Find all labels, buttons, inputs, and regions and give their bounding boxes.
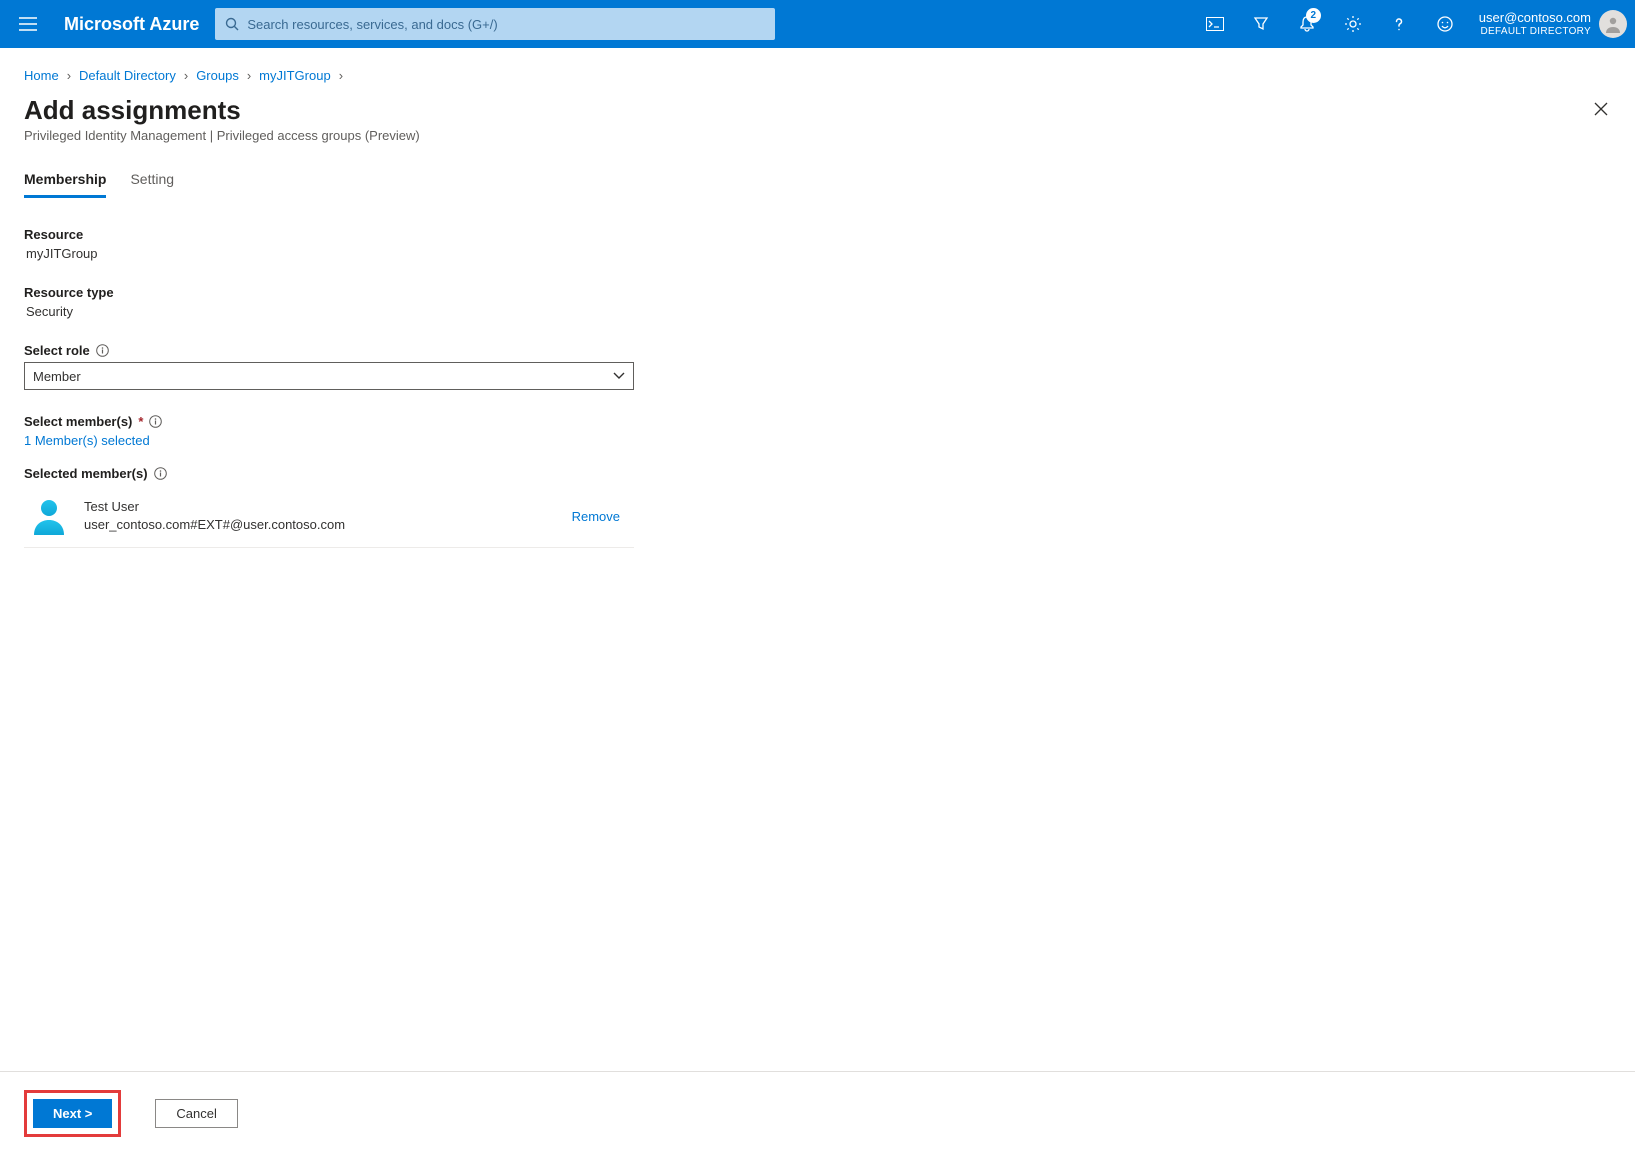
field-select-members: Select member(s) * 1 Member(s) selected — [24, 414, 634, 448]
breadcrumb-groups[interactable]: Groups — [196, 68, 239, 83]
field-resource-type: Resource type Security — [24, 285, 634, 319]
info-icon[interactable] — [154, 467, 167, 480]
breadcrumb-directory[interactable]: Default Directory — [79, 68, 176, 83]
close-button[interactable] — [1587, 95, 1615, 123]
top-bar: Microsoft Azure 2 user@contoso.com — [0, 0, 1635, 48]
page-subtitle: Privileged Identity Management | Privile… — [24, 128, 420, 143]
select-members-label: Select member(s) * — [24, 414, 634, 429]
form: Resource myJITGroup Resource type Securi… — [24, 227, 634, 548]
select-role-label: Select role — [24, 343, 634, 358]
info-icon[interactable] — [96, 344, 109, 357]
smile-icon — [1436, 15, 1454, 33]
avatar — [1599, 10, 1627, 38]
search-icon — [225, 17, 239, 31]
resource-type-value: Security — [24, 304, 634, 319]
user-block[interactable]: user@contoso.com DEFAULT DIRECTORY — [1471, 10, 1627, 38]
feedback-button[interactable] — [1425, 4, 1465, 44]
chevron-down-icon — [613, 372, 625, 380]
footer: Next > Cancel — [0, 1071, 1635, 1155]
member-info: Test User user_contoso.com#EXT#@user.con… — [84, 498, 558, 533]
role-select[interactable]: Member — [24, 362, 634, 390]
top-icons: 2 user@contoso.com DEFAULT DIRECTORY — [1195, 4, 1627, 44]
next-button[interactable]: Next > — [33, 1099, 112, 1128]
info-icon[interactable] — [149, 415, 162, 428]
search-wrap — [215, 8, 775, 40]
resource-value: myJITGroup — [24, 246, 634, 261]
field-select-role: Select role Member — [24, 343, 634, 390]
field-resource: Resource myJITGroup — [24, 227, 634, 261]
tabs: Membership Setting — [24, 165, 1611, 199]
close-icon — [1593, 101, 1609, 117]
settings-button[interactable] — [1333, 4, 1373, 44]
chevron-right-icon: › — [339, 68, 343, 83]
hamburger-icon — [19, 17, 37, 31]
cloud-shell-button[interactable] — [1195, 4, 1235, 44]
chevron-right-icon: › — [184, 68, 188, 83]
page-title: Add assignments — [24, 95, 420, 126]
selected-members-label: Selected member(s) — [24, 466, 634, 481]
resource-label: Resource — [24, 227, 634, 242]
tab-setting[interactable]: Setting — [130, 165, 174, 198]
required-indicator: * — [138, 414, 143, 429]
next-highlight: Next > — [24, 1090, 121, 1137]
help-icon — [1390, 15, 1408, 33]
notification-badge: 2 — [1306, 8, 1321, 23]
chevron-right-icon: › — [247, 68, 251, 83]
remove-member-link[interactable]: Remove — [572, 509, 634, 524]
cloud-shell-icon — [1206, 17, 1224, 31]
search-box[interactable] — [215, 8, 775, 40]
hamburger-menu-button[interactable] — [8, 4, 48, 44]
person-icon — [1603, 14, 1623, 34]
help-button[interactable] — [1379, 4, 1419, 44]
resource-type-label: Resource type — [24, 285, 634, 300]
user-text: user@contoso.com DEFAULT DIRECTORY — [1479, 11, 1591, 37]
brand: Microsoft Azure — [60, 14, 203, 35]
user-email: user@contoso.com — [1479, 11, 1591, 26]
breadcrumb-group[interactable]: myJITGroup — [259, 68, 331, 83]
breadcrumb-home[interactable]: Home — [24, 68, 59, 83]
tab-membership[interactable]: Membership — [24, 165, 106, 198]
notifications-button[interactable]: 2 — [1287, 4, 1327, 44]
role-select-value: Member — [33, 369, 81, 384]
filter-icon — [1252, 15, 1270, 33]
main: Home › Default Directory › Groups › myJI… — [0, 48, 1635, 1071]
cancel-button[interactable]: Cancel — [155, 1099, 237, 1128]
members-selected-link[interactable]: 1 Member(s) selected — [24, 433, 150, 448]
chevron-right-icon: › — [67, 68, 71, 83]
field-selected-members: Selected member(s) Test User user_contos… — [24, 466, 634, 548]
breadcrumb: Home › Default Directory › Groups › myJI… — [24, 68, 1611, 83]
gear-icon — [1344, 15, 1362, 33]
directory-filter-button[interactable] — [1241, 4, 1281, 44]
search-input[interactable] — [247, 17, 765, 32]
member-name: Test User — [84, 498, 558, 516]
user-icon — [28, 495, 70, 537]
member-email: user_contoso.com#EXT#@user.contoso.com — [84, 516, 558, 534]
member-row: Test User user_contoso.com#EXT#@user.con… — [24, 487, 634, 548]
user-directory: DEFAULT DIRECTORY — [1479, 26, 1591, 38]
